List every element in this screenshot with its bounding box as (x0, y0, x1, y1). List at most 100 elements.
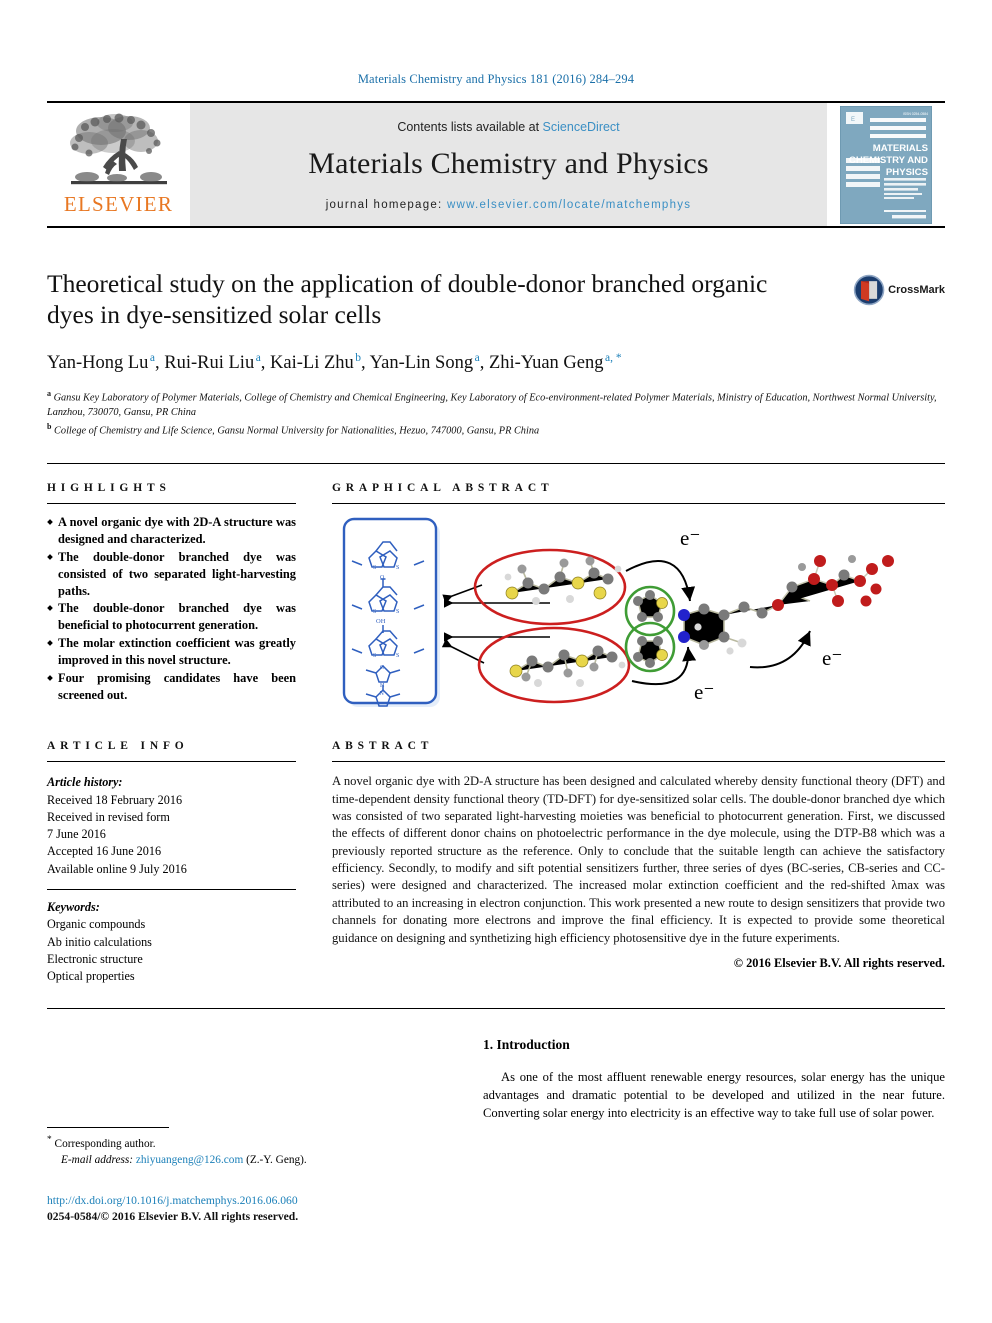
affiliation-text: Gansu Key Laboratory of Polymer Material… (47, 391, 937, 418)
donor-structures-panel: S S O S S OH S S O H N (342, 517, 440, 708)
journal-cover-thumbnail-icon: E ISSN 0254-0584 MATERIALS CHEMISTRY AND… (840, 105, 932, 224)
graphical-abstract-image: S S O S S OH S S O H N e⁻ e⁻ e⁻ (332, 515, 942, 716)
list-item: A novel organic dye with 2D-A structure … (47, 514, 296, 548)
sciencedirect-link[interactable]: ScienceDirect (543, 120, 620, 134)
keyword-item: Organic compounds (47, 917, 146, 932)
svg-text:O: O (380, 575, 385, 581)
email-owner: (Z.-Y. Geng). (246, 1153, 307, 1166)
doi-link[interactable]: http://dx.doi.org/10.1016/j.matchemphys.… (47, 1193, 298, 1209)
highlights-graphical-row: HIGHLIGHTS A novel organic dye with 2D-A… (47, 482, 945, 723)
elsevier-tree-icon (69, 113, 167, 184)
author-separator: , (361, 353, 366, 374)
electron-label-top: e⁻ (680, 526, 700, 550)
author-list: Yan-Hong Lu a, Rui-Rui Liu a, Kai-Li Zhu b,… (47, 352, 945, 374)
issn-copyright-line: 0254-0584/© 2016 Elsevier B.V. All right… (47, 1210, 299, 1224)
highlights-heading: HIGHLIGHTS (47, 482, 171, 495)
crossmark-label: CrossMark (888, 284, 945, 296)
article-info-column: ARTICLE INFO Article history: Received 1… (47, 740, 296, 986)
author-item: Yan-Hong Lu a, (47, 352, 160, 374)
svg-text:S: S (373, 653, 376, 659)
svg-text:S: S (396, 609, 399, 615)
author-item: Zhi-Yuan Geng a, * (488, 352, 622, 374)
list-item: The double-donor branched dye was consis… (47, 549, 296, 600)
abstract-copyright: © 2016 Elsevier B.V. All rights reserved… (733, 955, 945, 970)
email-link[interactable]: zhiyuangeng@126.com (136, 1154, 243, 1166)
elsevier-logo: ELSEVIER (47, 103, 190, 226)
crossmark-badge[interactable]: CrossMark (853, 264, 945, 316)
svg-text:S: S (373, 565, 376, 571)
history-item: Received in revised form (47, 809, 170, 824)
keywords-block: Keywords: Organic compounds Ab initio ca… (47, 899, 296, 986)
abstract-column: ABSTRACT A novel organic dye with 2D-A s… (332, 740, 945, 986)
article-info-heading: ARTICLE INFO (47, 740, 189, 753)
history-item: 7 June 2016 (47, 827, 106, 842)
author-item: Kai-Li Zhu b, (270, 352, 366, 374)
keyword-item: Optical properties (47, 969, 135, 984)
author-separator: , (479, 353, 485, 374)
journal-cover: E ISSN 0254-0584 MATERIALS CHEMISTRY AND… (827, 103, 945, 226)
article-history: Article history: Received 18 February 20… (47, 774, 296, 878)
homepage-label: journal homepage: (325, 199, 443, 211)
graphical-abstract-heading: GRAPHICAL ABSTRACT (332, 482, 554, 495)
affiliation-text: College of Chemistry and Life Science, G… (54, 425, 540, 437)
author-name: Rui-Rui Liu (164, 353, 255, 374)
svg-text:N: N (380, 691, 385, 697)
list-item: The molar extinction coefficient was gre… (47, 635, 296, 669)
article-info-heading-rule (47, 761, 296, 763)
highlights-column: HIGHLIGHTS A novel organic dye with 2D-A… (47, 482, 296, 722)
svg-text:MATERIALS: MATERIALS (873, 143, 929, 154)
keyword-item: Electronic structure (47, 952, 143, 967)
highlights-list: A novel organic dye with 2D-A structure … (47, 514, 296, 703)
list-item: Four promising candidates have been scre… (47, 670, 296, 704)
author-item: Rui-Rui Liu a, (164, 352, 266, 374)
affiliation-list: a Gansu Key Laboratory of Polymer Materi… (47, 388, 945, 440)
introduction-column: 1. Introduction As one of the most afflu… (483, 1035, 945, 1123)
footnote-divider (47, 1126, 169, 1128)
list-item: The double-donor branched dye was benefi… (47, 600, 296, 634)
abstract-heading: ABSTRACT (332, 740, 434, 753)
graphical-abstract-figure: S S O S S OH S S O H N e⁻ e⁻ e⁻ (332, 515, 945, 723)
email-label: E-mail address: (61, 1153, 134, 1166)
author-name: Yan-Hong Lu (47, 353, 149, 374)
author-item: Yan-Lin Song a, (369, 352, 485, 374)
article-history-label: Article history: (47, 775, 123, 790)
contents-prefix: Contents lists available at (397, 120, 543, 134)
author-name: Yan-Lin Song (369, 353, 474, 374)
journal-homepage-line: journal homepage: www.elsevier.com/locat… (326, 199, 692, 211)
page-title: Theoretical study on the application of … (47, 269, 768, 330)
svg-text:OH: OH (376, 618, 386, 625)
keywords-divider (47, 889, 296, 891)
contents-available-line: Contents lists available at ScienceDirec… (397, 120, 619, 134)
history-item: Received 18 February 2016 (47, 792, 183, 807)
highlights-heading-rule (47, 503, 296, 505)
affiliation-marker: a (47, 388, 52, 398)
history-item: Accepted 16 June 2016 (47, 844, 162, 859)
keywords-label: Keywords: (47, 900, 100, 915)
svg-text:H: H (380, 683, 385, 689)
electron-label-acceptor: e⁻ (822, 646, 842, 670)
author-separator: , (155, 353, 160, 374)
abstract-heading-rule (332, 761, 945, 763)
journal-title: Materials Chemistry and Physics (308, 147, 709, 180)
corresponding-author-text: Corresponding author. (54, 1137, 156, 1150)
body-row: * Corresponding author. E-mail address: … (47, 1035, 945, 1223)
svg-text:PHYSICS: PHYSICS (886, 167, 929, 178)
crossmark-icon (853, 274, 885, 306)
author-name: Zhi-Yuan Geng (488, 353, 604, 374)
introduction-heading: 1. Introduction (483, 1036, 570, 1052)
keyword-item: Ab initio calculations (47, 934, 152, 949)
homepage-url-link[interactable]: www.elsevier.com/locate/matchemphys (447, 199, 691, 211)
info-abstract-row: ARTICLE INFO Article history: Received 1… (47, 740, 945, 986)
affiliation-item: a Gansu Key Laboratory of Polymer Materi… (47, 388, 945, 421)
elsevier-wordmark: ELSEVIER (63, 191, 174, 216)
svg-text:S: S (396, 653, 399, 659)
affiliation-marker: b (47, 421, 52, 431)
journal-masthead: ELSEVIER Contents lists available at Sci… (47, 101, 945, 228)
author-separator: , (260, 353, 266, 374)
doi-block: http://dx.doi.org/10.1016/j.matchemphys.… (47, 1193, 298, 1226)
svg-text:S: S (373, 609, 376, 615)
author-affiliation-marker[interactable]: a, * (605, 352, 622, 364)
graphical-abstract-column: GRAPHICAL ABSTRACT S S O S S OH S S O H … (332, 482, 945, 723)
svg-text:O: O (380, 665, 385, 671)
corresponding-author-line: * Corresponding author. (47, 1134, 447, 1152)
